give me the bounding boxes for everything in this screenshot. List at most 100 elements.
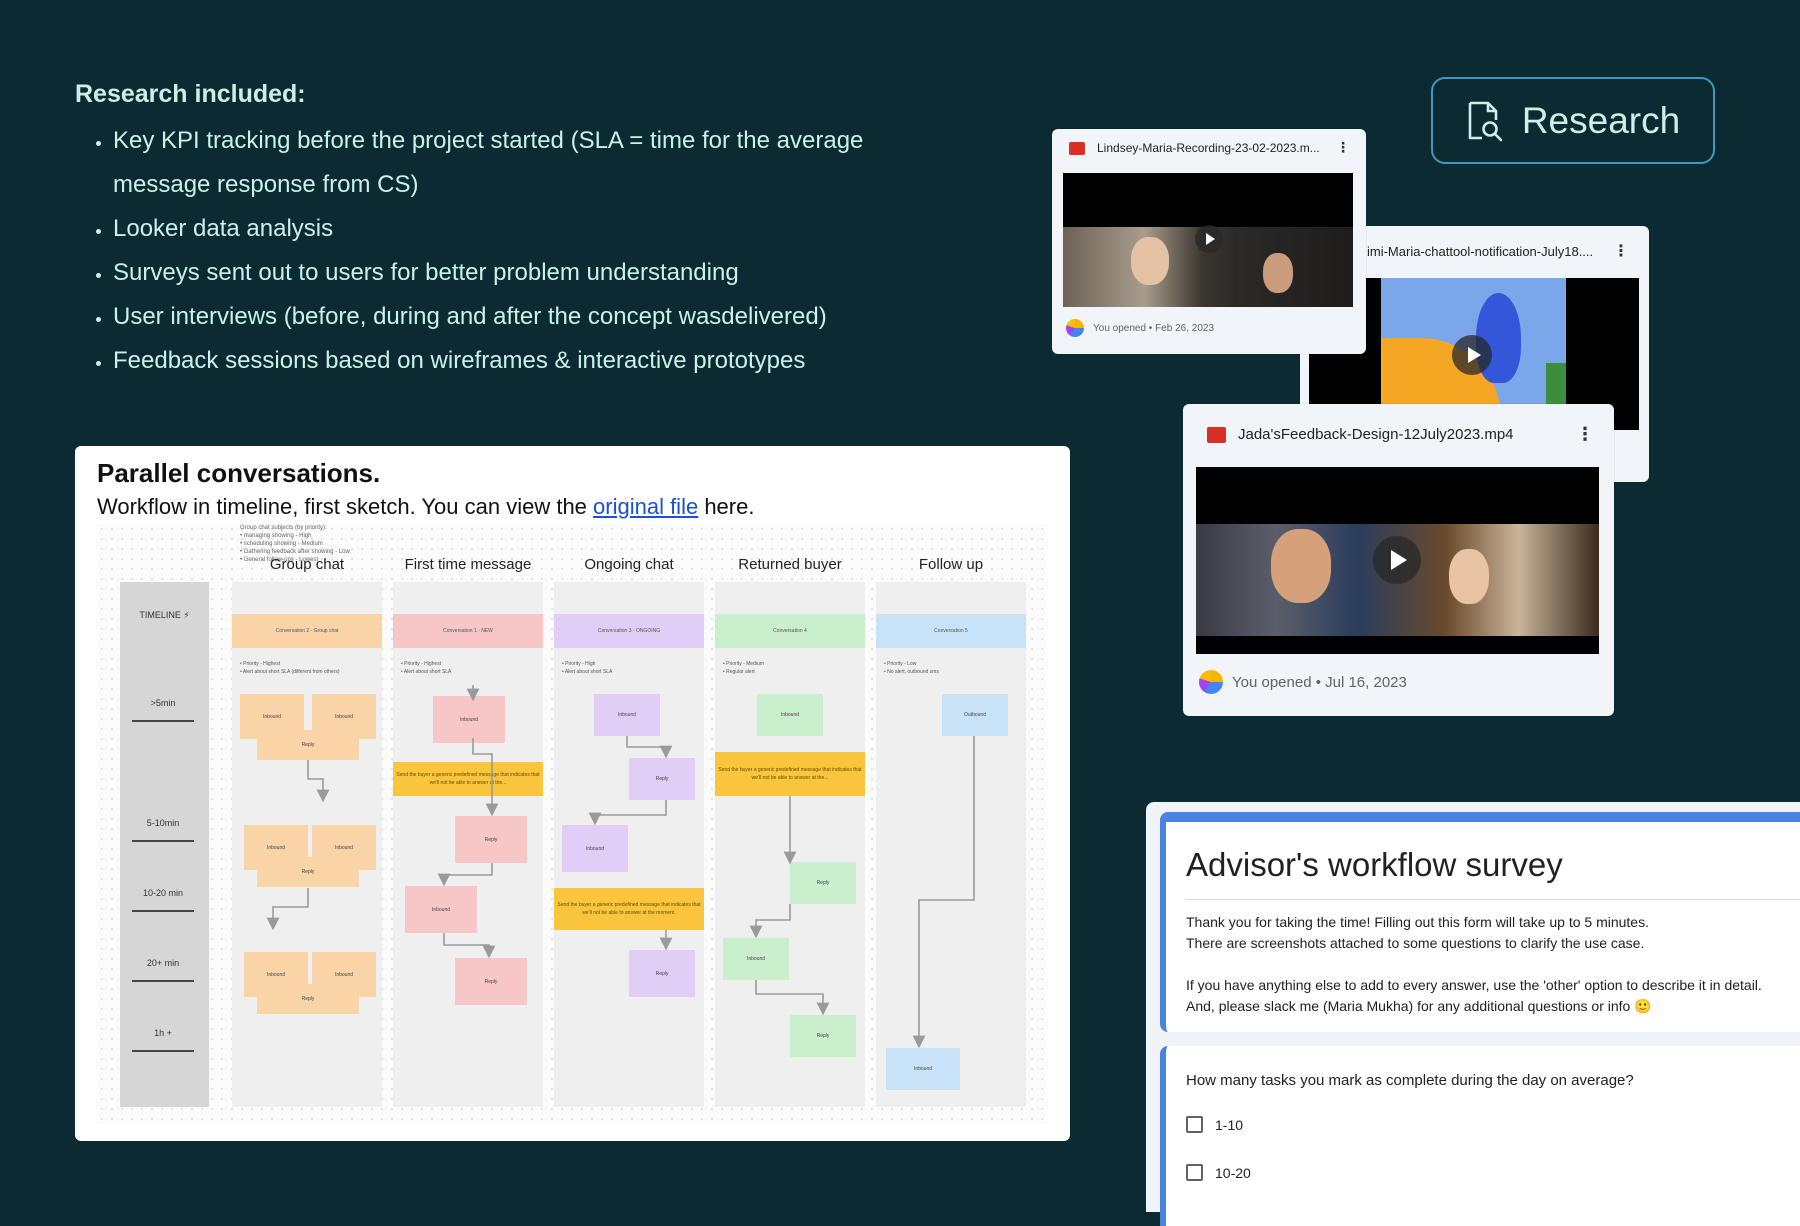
inbound-note: Inbound xyxy=(562,825,628,872)
survey-option[interactable]: 10-20 xyxy=(1186,1164,1251,1181)
lane-ongoing-chat: Ongoing chat Conversation 3 - ONGOING • … xyxy=(554,556,704,1107)
play-icon[interactable] xyxy=(1373,536,1421,584)
video-header: imi-Maria-chattool-notification-July18..… xyxy=(1367,244,1631,259)
reply-note: Reply xyxy=(629,758,695,800)
lane-header: Conversation 1 - NEW xyxy=(393,614,543,648)
lane-header: Conversation 3 - ONGOING xyxy=(554,614,704,648)
research-item: Key KPI tracking before the project star… xyxy=(113,119,955,207)
timeline-mark: 5-10min xyxy=(132,818,194,842)
research-heading: Research included: xyxy=(75,80,306,108)
more-options-icon[interactable]: ⋮ xyxy=(1576,424,1594,445)
predefined-message-note: Send the buyer a generic predefined mess… xyxy=(554,888,704,930)
inbound-note: Inbound xyxy=(594,694,660,736)
inbound-note: Inbound xyxy=(723,938,789,980)
group-note-line: • managing showing - High xyxy=(240,533,312,539)
video-thumbnail xyxy=(1063,173,1353,307)
timeline-column: TIMELINE ⚡ >5min 5-10min 10-20 min 20+ m… xyxy=(120,582,209,1107)
checkbox[interactable] xyxy=(1186,1164,1203,1181)
diagram-subtitle: Workflow in timeline, first sketch. You … xyxy=(97,494,754,520)
research-item: Feedback sessions based on wireframes & … xyxy=(113,339,955,383)
research-item: User interviews (before, during and afte… xyxy=(113,295,955,339)
lane-note: • Priority - Highest xyxy=(240,661,281,667)
inbound-note: Inbound xyxy=(433,696,505,743)
survey-option-label: 10-20 xyxy=(1215,1164,1251,1181)
survey-option[interactable]: 1-10 xyxy=(1186,1116,1243,1133)
video-file-icon xyxy=(1069,141,1085,155)
lane-notes: • Priority - Medium • Regular alert xyxy=(723,660,764,676)
timeline-mark: >5min xyxy=(132,698,194,722)
lane-note: • Alert about short SLA (different from … xyxy=(240,669,340,675)
workflow-diagram-card: Parallel conversations. Workflow in time… xyxy=(75,446,1070,1141)
research-button[interactable]: Research xyxy=(1431,77,1715,164)
lane-header: Conversation 4 xyxy=(715,614,865,648)
avatar xyxy=(1199,670,1223,694)
inbound-note: Inbound xyxy=(405,886,477,933)
video-frame-face xyxy=(1271,529,1331,603)
diagram-subtitle-tail: here. xyxy=(698,494,755,519)
original-file-link[interactable]: original file xyxy=(593,494,698,519)
predefined-message-note: Send the buyer a generic predefined mess… xyxy=(393,762,543,796)
video-header: Jada'sFeedback-Design-12July2023.mp4 xyxy=(1207,426,1567,443)
lane-group-chat: Group chat Conversation 2 - Group chat •… xyxy=(232,556,382,1107)
lane-returned-buyer: Returned buyer Conversation 4 • Priority… xyxy=(715,556,865,1107)
more-options-icon[interactable]: ⋮ xyxy=(1613,241,1629,261)
more-options-icon[interactable]: ⋮ xyxy=(1336,139,1350,156)
timeline-mark: 20+ min xyxy=(132,958,194,982)
survey-description-line: If you have anything else to add to ever… xyxy=(1186,977,1762,993)
survey-description-line: Thank you for taking the time! Filling o… xyxy=(1186,914,1649,930)
play-triangle xyxy=(1467,347,1481,363)
lane-first-time-message: First time message Conversation 1 - NEW … xyxy=(393,556,543,1107)
video-frame-face xyxy=(1263,253,1293,293)
video-footer: You opened • Feb 26, 2023 xyxy=(1066,319,1214,337)
group-note-line: Group chat subjects (by priority): xyxy=(240,525,327,531)
survey-question-card: How many tasks you mark as complete duri… xyxy=(1160,1046,1800,1226)
outbound-note: Outbound xyxy=(942,694,1008,736)
play-icon[interactable] xyxy=(1195,225,1223,253)
survey-question: How many tasks you mark as complete duri… xyxy=(1186,1072,1634,1089)
diagram-canvas: Group chat subjects (by priority): • man… xyxy=(97,524,1047,1124)
play-icon[interactable] xyxy=(1452,335,1492,375)
lane-note: • Alert about short SLA xyxy=(562,669,613,675)
lane-note: • No alert, outbound sms xyxy=(884,669,939,675)
video-card-jada[interactable]: Jada'sFeedback-Design-12July2023.mp4 ⋮ Y… xyxy=(1183,404,1614,716)
video-filename: imi-Maria-chattool-notification-July18..… xyxy=(1367,244,1594,259)
timeline-title: TIMELINE ⚡ xyxy=(139,610,190,620)
survey-description-line: There are screenshots attached to some q… xyxy=(1186,935,1645,951)
checkbox[interactable] xyxy=(1186,1116,1203,1133)
lane-title: First time message xyxy=(404,556,532,573)
lane-note: • Priority - High xyxy=(562,661,596,667)
survey-description: Thank you for taking the time! Filling o… xyxy=(1186,912,1800,1017)
video-file-icon xyxy=(1207,426,1226,443)
video-header: Lindsey-Maria-Recording-23-02-2023.m... xyxy=(1069,141,1334,155)
lane-header: Conversation 2 - Group chat xyxy=(232,614,382,648)
research-button-label: Research xyxy=(1521,99,1681,141)
survey-description-line: And, please slack me (Maria Mukha) for a… xyxy=(1186,998,1652,1014)
predefined-message-note: Send the buyer a generic predefined mess… xyxy=(715,752,865,796)
lane-notes: • Priority - High • Alert about short SL… xyxy=(562,660,612,676)
research-item: Surveys sent out to users for better pro… xyxy=(113,251,955,295)
avatar xyxy=(1066,319,1084,337)
timeline-mark: 1h + xyxy=(132,1028,194,1052)
video-card-lindsey[interactable]: Lindsey-Maria-Recording-23-02-2023.m... … xyxy=(1052,129,1366,354)
lane-note: • Priority - Low xyxy=(884,661,917,667)
inbound-note: Inbound xyxy=(886,1048,960,1090)
lane-notes: • Priority - Highest • Alert about short… xyxy=(240,660,340,676)
timeline-mark: 10-20 min xyxy=(132,888,194,912)
lane-note: • Regular alert xyxy=(723,669,755,675)
play-triangle xyxy=(1391,550,1408,570)
survey-form: Advisor's workflow survey Thank you for … xyxy=(1146,802,1800,1226)
video-filename: Jada'sFeedback-Design-12July2023.mp4 xyxy=(1238,426,1514,443)
video-footer: You opened • Jul 16, 2023 xyxy=(1199,670,1407,694)
group-note-line: • scheduling showing - Medium xyxy=(240,541,323,547)
lane-title: Follow up xyxy=(918,556,984,573)
reply-note: Reply xyxy=(455,958,527,1005)
diagram-subtitle-text: Workflow in timeline, first sketch. You … xyxy=(97,494,594,519)
lane-notes: • Priority - Highest • Alert about short… xyxy=(401,660,451,676)
lane-note: • Alert about short SLA xyxy=(401,669,452,675)
research-section: Research included: Key KPI tracking befo… xyxy=(75,80,955,383)
inbound-note: Inbound xyxy=(757,694,823,736)
lane-title: Group chat xyxy=(269,556,345,573)
lane-note: • Priority - Medium xyxy=(723,661,764,667)
research-item: Looker data analysis xyxy=(113,207,955,251)
video-filename: Lindsey-Maria-Recording-23-02-2023.m... xyxy=(1097,141,1320,155)
